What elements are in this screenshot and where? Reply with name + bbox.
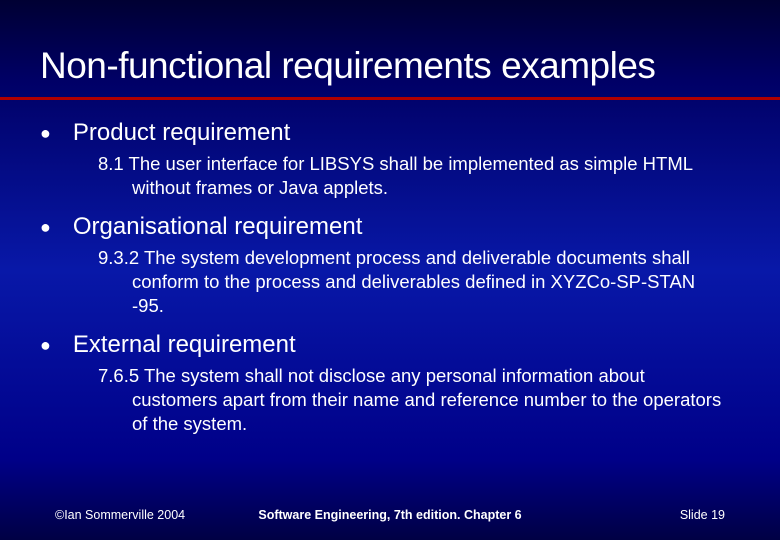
item-heading: Organisational requirement xyxy=(73,212,363,242)
item-header: ● Organisational requirement xyxy=(40,212,740,242)
bullet-icon: ● xyxy=(40,118,51,148)
item-heading: External requirement xyxy=(73,330,296,360)
list-item: ● External requirement 7.6.5 The system … xyxy=(40,330,740,436)
footer-left: ©Ian Sommerville 2004 xyxy=(55,508,185,522)
content-area: ● Product requirement 8.1 The user inter… xyxy=(0,100,780,436)
footer: ©Ian Sommerville 2004 Software Engineeri… xyxy=(0,508,780,522)
slide: Non-functional requirements examples ● P… xyxy=(0,0,780,540)
bullet-icon: ● xyxy=(40,212,51,242)
item-header: ● External requirement xyxy=(40,330,740,360)
item-header: ● Product requirement xyxy=(40,118,740,148)
footer-right: Slide 19 xyxy=(680,508,725,522)
list-item: ● Organisational requirement 9.3.2 The s… xyxy=(40,212,740,318)
list-item: ● Product requirement 8.1 The user inter… xyxy=(40,118,740,200)
bullet-icon: ● xyxy=(40,330,51,360)
item-heading: Product requirement xyxy=(73,118,290,148)
title-block: Non-functional requirements examples xyxy=(0,0,780,100)
item-body: 7.6.5 The system shall not disclose any … xyxy=(74,364,740,436)
item-body: 9.3.2 The system development process and… xyxy=(74,246,740,318)
footer-center: Software Engineering, 7th edition. Chapt… xyxy=(258,508,521,522)
item-body: 8.1 The user interface for LIBSYS shall … xyxy=(74,152,740,200)
slide-title: Non-functional requirements examples xyxy=(40,45,740,97)
